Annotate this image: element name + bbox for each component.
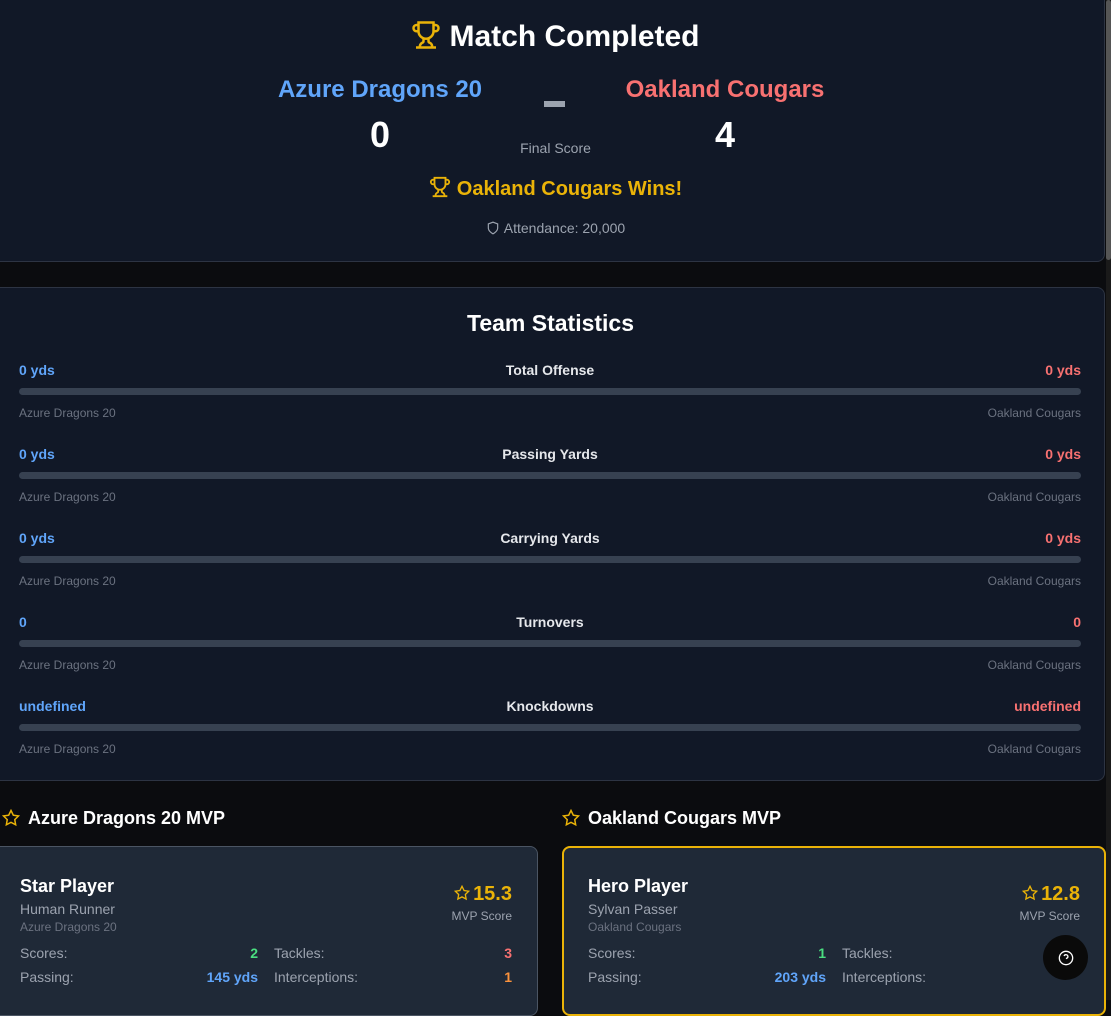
home-team-name: Azure Dragons 20 — [277, 76, 483, 103]
away-value: undefined — [1014, 698, 1081, 714]
home-team-label: Azure Dragons 20 — [19, 742, 116, 756]
player-type: Sylvan Passer — [588, 901, 678, 917]
attendance-text: Attendance: 20,000 — [503, 220, 626, 236]
away-team-label: Oakland Cougars — [987, 574, 1081, 588]
heading-text: Azure Dragons 20 MVP — [28, 808, 226, 828]
star-icon — [453, 884, 471, 901]
stat-label: Total Offense — [505, 362, 595, 378]
stat-label: Knockdowns — [506, 698, 594, 714]
player-name: Hero Player — [588, 876, 689, 896]
stat-label: Passing Yards — [502, 446, 598, 462]
away-value: 0 yds — [1045, 362, 1081, 378]
tackles-label: Tackles: — [842, 945, 893, 961]
title-text: Match Completed — [449, 20, 700, 53]
heading-text: Oakland Cougars MVP — [588, 808, 782, 828]
player-name: Star Player — [20, 876, 115, 896]
home-team-label: Azure Dragons 20 — [19, 406, 116, 420]
player-type: Human Runner — [20, 901, 115, 917]
comparison-bar — [19, 640, 1081, 647]
comparison-bar — [19, 724, 1081, 731]
away-team-label: Oakland Cougars — [987, 490, 1081, 504]
home-team-label: Azure Dragons 20 — [19, 490, 116, 504]
player-team: Oakland Cougars — [588, 920, 682, 934]
comparison-bar — [19, 472, 1081, 479]
stat-row: 0 yds Total Offense 0 yds Azure Dragons … — [19, 362, 1081, 422]
trophy-icon — [412, 21, 441, 49]
mvp-score-value: 15.3 — [473, 883, 512, 905]
tackles-label: Tackles: — [274, 945, 325, 961]
stats-title: Team Statistics — [466, 310, 635, 336]
shield-icon — [487, 221, 499, 235]
comparison-bar — [19, 388, 1081, 395]
attendance: Attendance: 20,000 — [0, 220, 1111, 236]
scrollbar-thumb[interactable] — [1106, 0, 1111, 260]
away-team-label: Oakland Cougars — [987, 658, 1081, 672]
passing-value: 203 yds — [774, 969, 826, 985]
interceptions-label: Interceptions: — [842, 969, 927, 985]
match-title: Match Completed — [0, 20, 1111, 54]
stat-label: Carrying Yards — [500, 530, 600, 546]
star-icon — [561, 808, 581, 827]
score-separator — [544, 101, 565, 107]
comparison-bar — [19, 556, 1081, 563]
mvp-score-label: MVP Score — [1019, 909, 1080, 923]
mvp-score-label: MVP Score — [451, 909, 512, 923]
stat-row: 0 yds Carrying Yards 0 yds Azure Dragons… — [19, 530, 1081, 590]
scores-value: 2 — [250, 945, 258, 961]
stat-row: undefined Knockdowns undefined Azure Dra… — [19, 698, 1081, 758]
away-team-name: Oakland Cougars — [625, 76, 825, 103]
star-icon — [1, 808, 21, 827]
stat-label: Turnovers — [516, 614, 584, 630]
mvp-score: 15.3 — [453, 883, 512, 906]
home-mvp-heading: Azure Dragons 20 MVP — [1, 808, 226, 829]
mvp-score-value: 12.8 — [1041, 883, 1080, 905]
player-team: Azure Dragons 20 — [20, 920, 117, 934]
trophy-icon — [429, 176, 450, 198]
help-icon — [1058, 950, 1073, 965]
away-value: 0 yds — [1045, 446, 1081, 462]
away-value: 0 yds — [1045, 530, 1081, 546]
home-team-label: Azure Dragons 20 — [19, 574, 116, 588]
home-team-label: Azure Dragons 20 — [19, 658, 116, 672]
away-team-label: Oakland Cougars — [987, 406, 1081, 420]
interceptions-label: Interceptions: — [274, 969, 359, 985]
winner-banner: Oakland Cougars Wins! — [0, 176, 1111, 201]
stat-row: 0 Turnovers 0 Azure Dragons 20 Oakland C… — [19, 614, 1081, 674]
tackles-value: 3 — [504, 945, 512, 961]
away-team-label: Oakland Cougars — [987, 742, 1081, 756]
star-icon — [1021, 884, 1039, 901]
away-value: 0 — [1073, 614, 1081, 630]
passing-value: 145 yds — [206, 969, 258, 985]
away-mvp-heading: Oakland Cougars MVP — [561, 808, 782, 829]
help-button[interactable] — [1043, 935, 1088, 980]
stat-row: 0 yds Passing Yards 0 yds Azure Dragons … — [19, 446, 1081, 506]
mvp-score: 12.8 — [1021, 883, 1080, 906]
final-score-label: Final Score — [520, 140, 591, 156]
winner-text: Oakland Cougars Wins! — [456, 178, 683, 200]
scores-value: 1 — [818, 945, 826, 961]
interceptions-value: 1 — [504, 969, 512, 985]
